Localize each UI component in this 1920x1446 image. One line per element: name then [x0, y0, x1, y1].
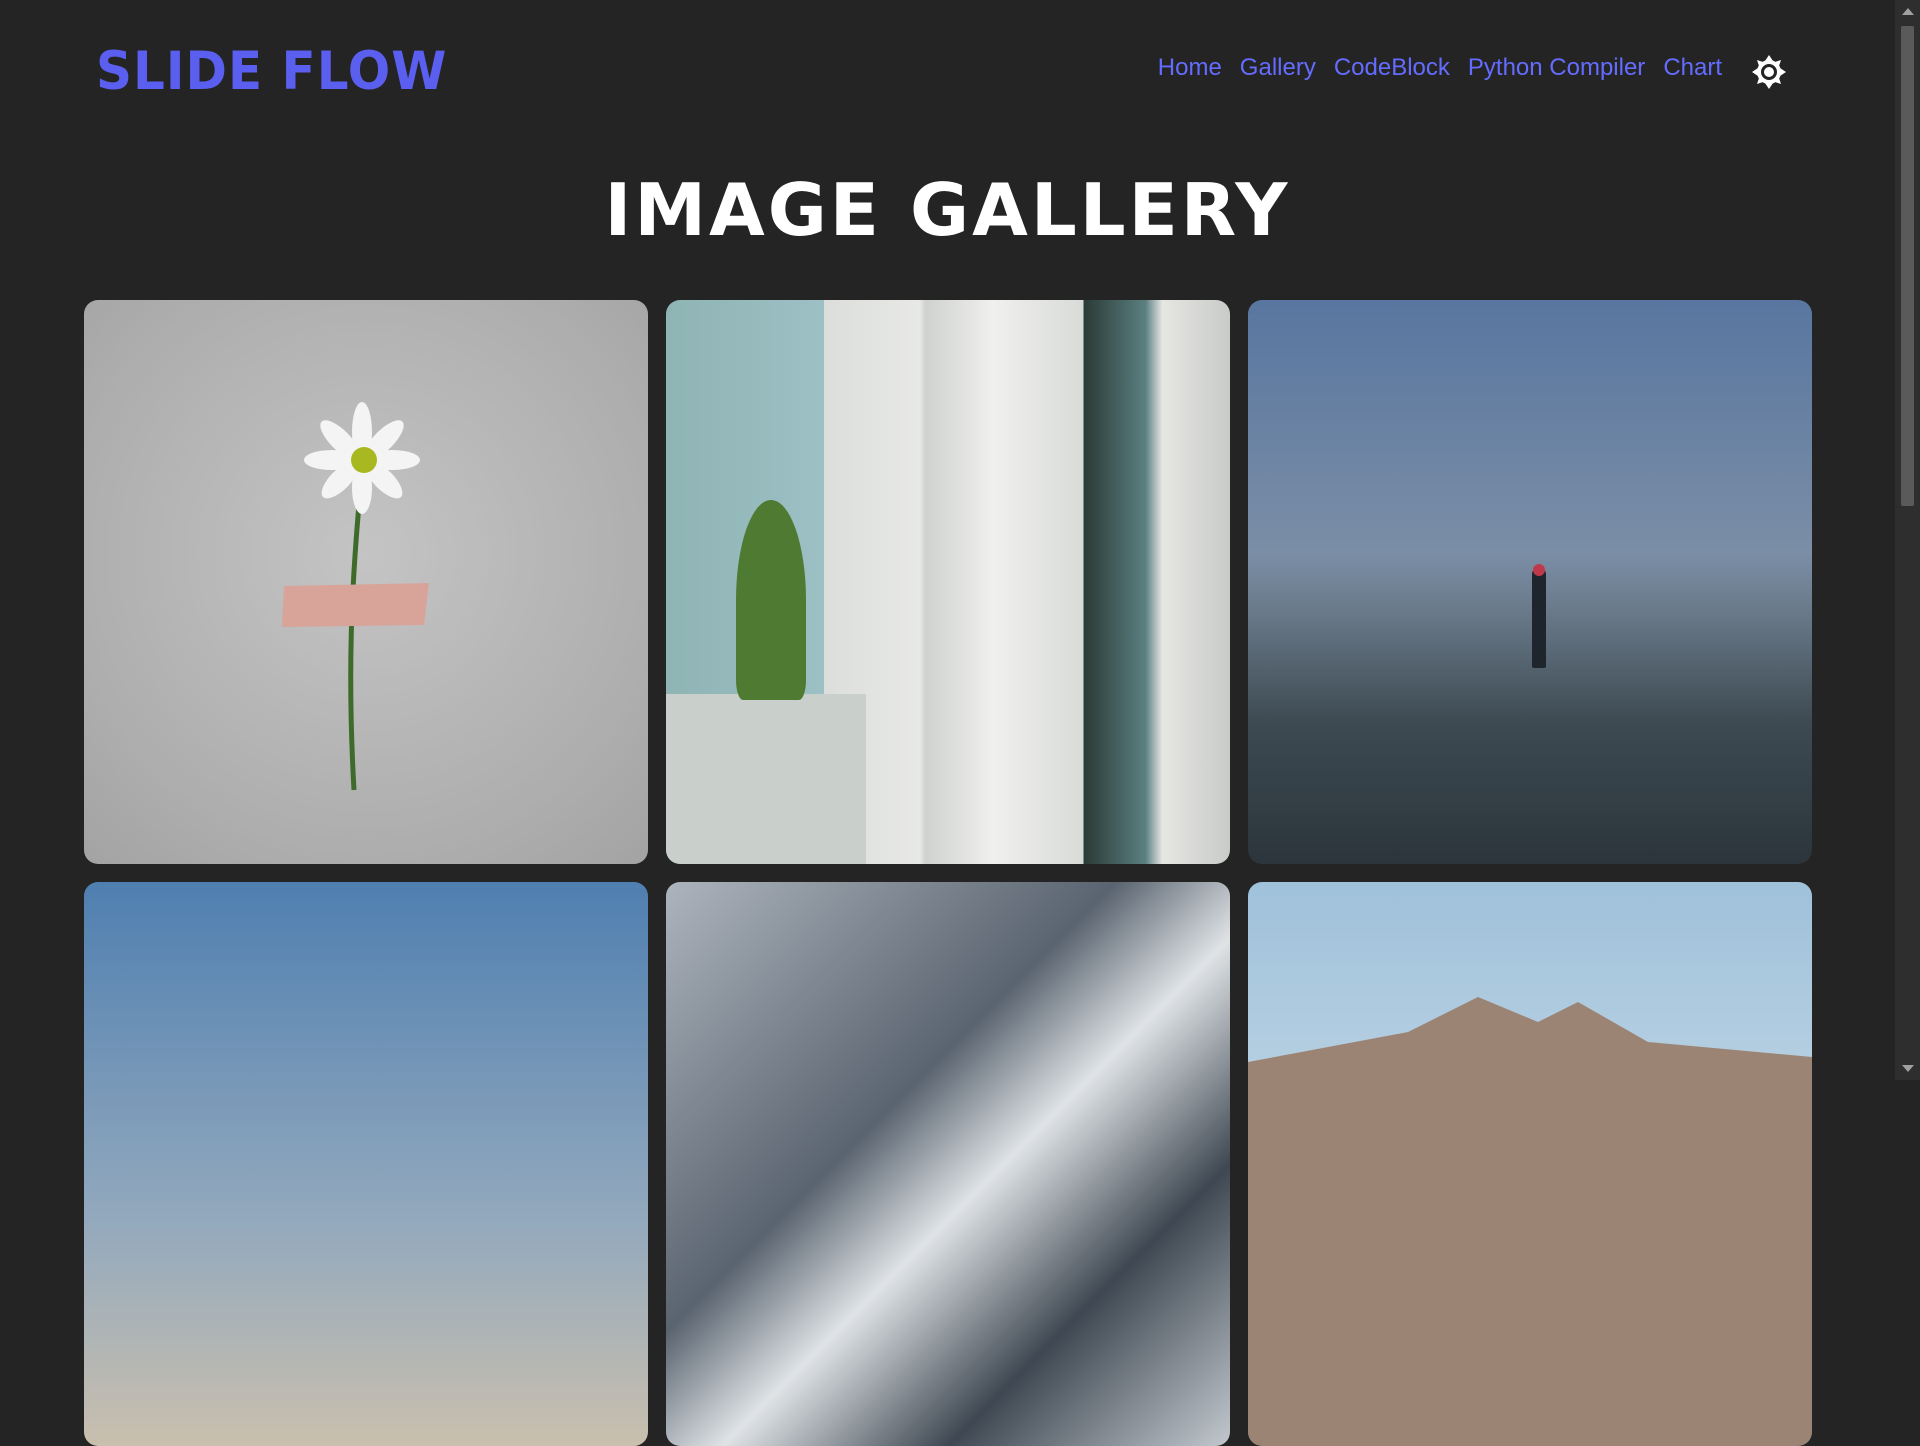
gallery-image-architecture[interactable]	[666, 300, 1230, 864]
scrollbar-thumb[interactable]	[1901, 26, 1914, 506]
gallery-image-daisy[interactable]	[84, 300, 648, 864]
gallery-image-snowy-mountain[interactable]	[666, 882, 1230, 1446]
nav-python-compiler[interactable]: Python Compiler	[1468, 54, 1645, 82]
logo[interactable]: Slide Flow	[96, 41, 447, 102]
gallery-image-sky[interactable]	[84, 882, 648, 1446]
nav-gallery[interactable]: Gallery	[1240, 54, 1316, 82]
nav-home[interactable]: Home	[1158, 54, 1222, 82]
gallery-image-mountain[interactable]	[1248, 882, 1812, 1446]
daisy-image	[282, 402, 429, 791]
scrollbar[interactable]	[1895, 0, 1920, 1080]
scroll-up-arrow-icon[interactable]	[1902, 8, 1914, 15]
image-gallery	[84, 300, 1812, 1446]
scroll-down-arrow-icon[interactable]	[1902, 1065, 1914, 1072]
page-title: Image Gallery	[604, 168, 1291, 252]
mountain-image	[1248, 997, 1812, 1446]
main-nav: Home Gallery CodeBlock Python Compiler C…	[1158, 54, 1722, 82]
nav-codeblock[interactable]: CodeBlock	[1334, 54, 1450, 82]
nav-chart[interactable]: Chart	[1663, 54, 1722, 82]
theme-toggle-button[interactable]	[1752, 55, 1786, 89]
gallery-image-foggy-beach[interactable]	[1248, 300, 1812, 864]
sun-icon	[1752, 55, 1786, 89]
